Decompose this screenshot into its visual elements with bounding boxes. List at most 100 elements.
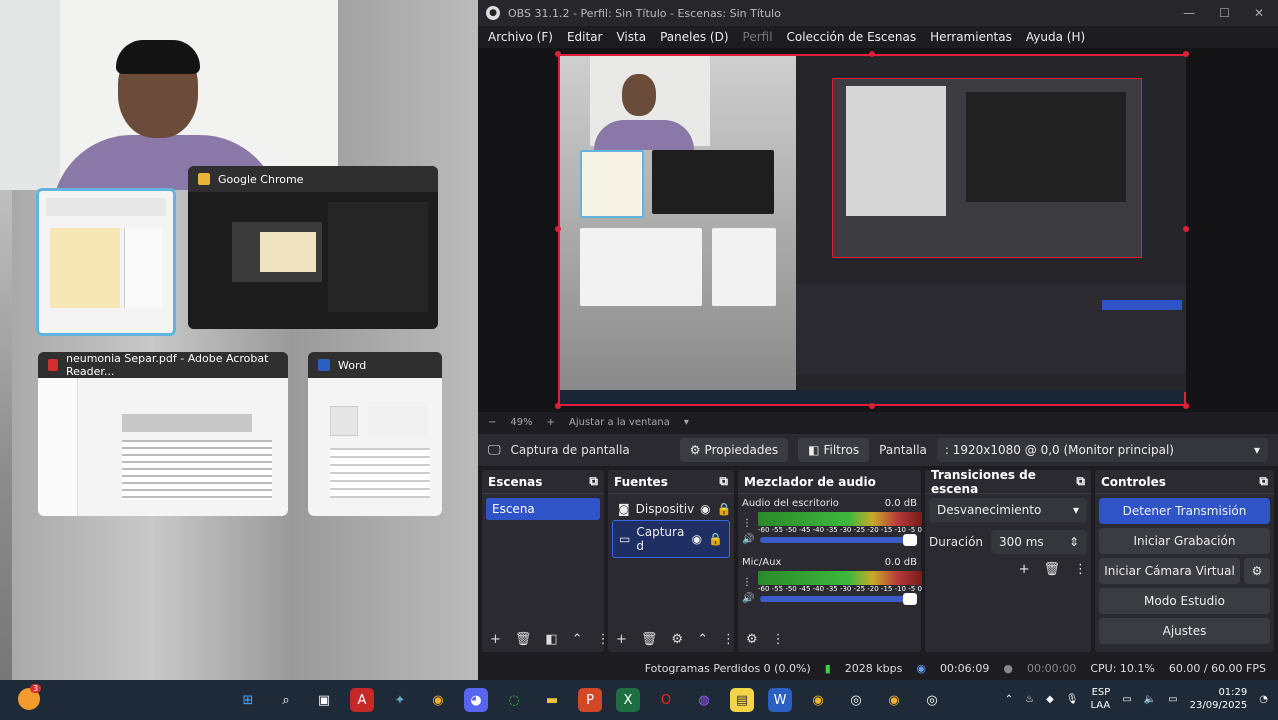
filter-icon[interactable]: ◧ (545, 632, 557, 647)
add-scene-button[interactable]: + (490, 632, 501, 647)
add-source-button[interactable]: + (616, 632, 627, 647)
gear-icon[interactable]: ⚙ (1244, 558, 1270, 584)
zoom-percent: 49% (510, 416, 533, 428)
undock-icon[interactable]: ⧉ (1259, 474, 1268, 489)
network-icon[interactable]: ▭ (1122, 694, 1131, 705)
preview-canvas[interactable] (558, 54, 1186, 406)
source-item[interactable]: ◙ Dispositiv ◉ 🔒 (612, 498, 732, 520)
window-thumbnail-chrome[interactable]: Google Chrome (188, 166, 438, 329)
security-icon[interactable]: ◆ (1046, 694, 1054, 705)
word-icon[interactable]: W (768, 688, 792, 712)
chevron-up-icon[interactable]: ⌃ (1005, 694, 1013, 705)
chrome-icon[interactable]: ◉ (806, 688, 830, 712)
battery-icon[interactable]: ▭ (1168, 694, 1177, 705)
duration-input[interactable]: 300 ms ⇕ (991, 530, 1087, 554)
start-icon[interactable]: ⊞ (236, 688, 260, 712)
more-icon[interactable]: ⋮ (742, 518, 752, 529)
task-view-icon[interactable]: ▣ (312, 688, 336, 712)
menu-archivo[interactable]: Archivo (F) (488, 30, 553, 44)
acrobat-icon[interactable]: A (350, 688, 374, 712)
meter-scale: -60 -55 -50 -45 -40 -35 -30 -25 -20 -15 … (758, 526, 922, 534)
trash-icon[interactable]: 🗑 (515, 632, 532, 647)
search-icon[interactable]: ⌕ (274, 688, 298, 712)
chevron-up-icon[interactable]: ⌃ (572, 632, 583, 647)
menu-perfil[interactable]: Perfil (743, 30, 773, 44)
opera-icon[interactable]: O (654, 688, 678, 712)
more-icon[interactable]: ⋮ (742, 577, 752, 588)
chevron-down-icon[interactable]: ▾ (684, 417, 689, 428)
volume-slider[interactable] (760, 592, 917, 605)
menu-vista[interactable]: Vista (616, 30, 646, 44)
copilot-icon[interactable]: ✦ (388, 688, 412, 712)
volume-icon[interactable]: 🔈 (1144, 694, 1156, 705)
stepper-icon[interactable]: ⇕ (1069, 535, 1079, 549)
trash-icon[interactable]: 🗑 (641, 632, 658, 647)
zoom-fit-button[interactable]: Ajustar a la ventana (569, 417, 670, 428)
folder-icon[interactable]: ▬ (540, 688, 564, 712)
close-icon[interactable]: ✕ (1254, 6, 1264, 20)
chevron-up-icon[interactable]: ⌃ (697, 632, 708, 647)
chrome-icon[interactable]: ◉ (882, 688, 906, 712)
more-icon[interactable]: ⋮ (722, 632, 735, 647)
language-indicator[interactable]: ESP LAA (1091, 686, 1111, 712)
volume-slider[interactable] (760, 533, 917, 546)
menu-ayuda[interactable]: Ayuda (H) (1026, 30, 1085, 44)
excel-icon[interactable]: X (616, 688, 640, 712)
menu-editar[interactable]: Editar (567, 30, 603, 44)
stop-stream-button[interactable]: Detener Transmisión (1099, 498, 1270, 524)
source-item[interactable]: ▭ Captura d ◉ 🔒 (612, 520, 730, 558)
whatsapp-icon[interactable]: ◌ (502, 688, 526, 712)
settings-button[interactable]: Ajustes (1099, 618, 1270, 644)
undock-icon[interactable]: ⧉ (589, 474, 598, 489)
studio-mode-button[interactable]: Modo Estudio (1099, 588, 1270, 614)
sticky-notes-icon[interactable]: ▤ (730, 688, 754, 712)
menu-paneles[interactable]: Paneles (D) (660, 30, 728, 44)
messenger-icon[interactable]: ◍ (692, 688, 716, 712)
add-transition-button[interactable]: + (1019, 562, 1030, 577)
eye-icon[interactable]: ◉ (700, 502, 710, 516)
undock-icon[interactable]: ⧉ (719, 474, 728, 489)
menu-coleccion[interactable]: Colección de Escenas (787, 30, 917, 44)
link-icon[interactable]: ⚙ (746, 632, 758, 647)
chevron-down-icon: ▾ (1072, 503, 1079, 517)
more-icon[interactable]: ⋮ (772, 632, 785, 647)
chrome-icon[interactable]: ◉ (426, 688, 450, 712)
eye-icon[interactable]: ◉ (692, 532, 702, 546)
powerpoint-icon[interactable]: P (578, 688, 602, 712)
obs-recording-icon[interactable]: ◎ (920, 688, 944, 712)
app-tray-icon[interactable]: ♨ (1025, 694, 1034, 705)
menu-herramientas[interactable]: Herramientas (930, 30, 1012, 44)
undock-icon[interactable]: ⧉ (1076, 474, 1085, 489)
transition-select[interactable]: Desvanecimiento ▾ (929, 498, 1087, 522)
zoom-in-button[interactable]: + (547, 417, 555, 428)
start-recording-button[interactable]: Iniciar Grabación (1099, 528, 1270, 554)
record-icon: ● (1003, 661, 1013, 675)
lock-icon[interactable]: 🔒 (708, 532, 723, 546)
notification-icon[interactable]: ◔ (1259, 694, 1268, 705)
camera-icon: ◙ (618, 502, 630, 516)
gear-icon[interactable]: ⚙ (671, 632, 683, 647)
more-icon[interactable]: ⋮ (1074, 562, 1087, 577)
minimize-icon[interactable]: — (1183, 6, 1195, 20)
discord-icon[interactable]: ◕ (464, 688, 488, 712)
trash-icon[interactable]: 🗑 (1043, 562, 1060, 577)
obs-docks: Escenas ⧉ Escena + 🗑 ◧ ⌃ ⋮ Fuentes ⧉ ◙ Disp… (478, 468, 1278, 652)
window-thumbnail-selected[interactable] (36, 188, 176, 336)
window-thumbnail-word[interactable]: Word (308, 352, 442, 516)
clock[interactable]: 01:29 23/09/2025 (1190, 686, 1248, 712)
obs-preview[interactable] (478, 48, 1278, 412)
maximize-icon[interactable]: ☐ (1219, 6, 1230, 20)
properties-button[interactable]: ⚙ Propiedades (679, 438, 789, 462)
mic-icon[interactable]: 🎙 (1066, 694, 1079, 705)
display-select[interactable]: : 1920x1080 @ 0,0 (Monitor principal) ▾ (936, 438, 1268, 462)
start-virtual-camera-button[interactable]: Iniciar Cámara Virtual (1099, 558, 1240, 584)
obs-icon[interactable]: ◎ (844, 688, 868, 712)
filters-button[interactable]: ◧ Filtros (798, 438, 870, 462)
lock-icon[interactable]: 🔒 (717, 502, 732, 516)
scene-item[interactable]: Escena (486, 498, 600, 520)
speaker-icon[interactable]: 🔊 (742, 593, 754, 604)
bitrate: 2028 kbps (844, 661, 903, 675)
zoom-out-button[interactable]: − (488, 417, 496, 428)
window-thumbnail-acrobat[interactable]: neumonia Separ.pdf - Adobe Acrobat Reade… (38, 352, 288, 516)
speaker-icon[interactable]: 🔊 (742, 534, 754, 545)
